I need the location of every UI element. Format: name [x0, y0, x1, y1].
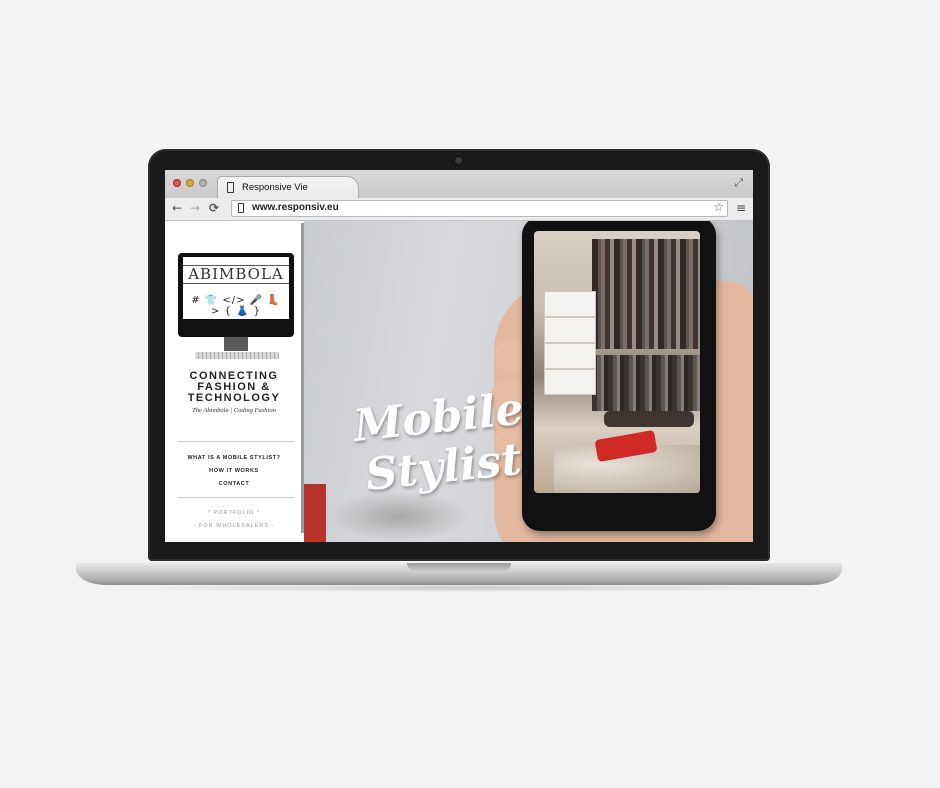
nav-link-portfolio[interactable]: * PORTFOLIO *: [165, 510, 303, 516]
logo-text: ABIMBOLA: [183, 265, 289, 284]
expand-icon[interactable]: ⤢: [734, 177, 743, 190]
hero-background-blur: [329, 491, 469, 542]
forward-arrow-icon[interactable]: →: [190, 200, 200, 216]
camera-icon: [455, 157, 462, 164]
logo-screen: ABIMBOLA # 👕 </> 🎤 👢 > { 👗 }: [183, 257, 289, 319]
laptop-opening-notch: [407, 563, 511, 571]
web-page: ABIMBOLA # 👕 </> 🎤 👢 > { 👗 } CONNECTING …: [165, 221, 753, 542]
phone-icon: [238, 203, 244, 213]
reload-icon[interactable]: ⟳: [209, 200, 219, 216]
nav-link-wholesalers[interactable]: - FOR WHOLESALERS -: [165, 523, 303, 529]
sub-tagline: The Abimbola | Coding Fashion: [192, 407, 276, 414]
logo-icon-row: # 👕 </> 🎤 👢 > { 👗 }: [191, 295, 281, 317]
closet-shoes: [604, 411, 694, 427]
smartphone-image: [522, 221, 716, 531]
tagline: CONNECTING FASHION & TECHNOLOGY: [165, 371, 303, 404]
menu-icon[interactable]: ≡: [736, 201, 746, 215]
laptop-screen: Responsive Vie ⤢ ← → ⟳ www.responsiv.eu …: [165, 170, 753, 542]
phone-screen-photo: [534, 231, 700, 493]
divider: [177, 497, 295, 498]
logo-keyboard: [195, 352, 279, 359]
laptop-shadow: [110, 584, 810, 592]
hero-title: Mobile Stylist: [351, 383, 531, 501]
closet-drawer: [544, 369, 596, 395]
back-arrow-icon[interactable]: ←: [172, 200, 182, 216]
tab-title: Responsive Vie: [242, 182, 308, 193]
closet-drawer: [544, 291, 596, 317]
nav-link-what-is[interactable]: WHAT IS A MOBILE STYLIST?: [165, 455, 303, 461]
closet-drawer: [544, 343, 596, 369]
nav-link-contact[interactable]: CONTACT: [165, 481, 303, 487]
phone-icon: [227, 182, 234, 193]
close-window-button[interactable]: [173, 179, 181, 187]
browser-tab-strip: Responsive Vie ⤢: [165, 170, 753, 199]
sidebar: ABIMBOLA # 👕 </> 🎤 👢 > { 👗 } CONNECTING …: [165, 221, 303, 542]
browser-toolbar: ← → ⟳ www.responsiv.eu ☆ ≡: [165, 198, 753, 221]
address-bar[interactable]: www.responsiv.eu ☆: [231, 200, 728, 217]
tagline-line: TECHNOLOGY: [187, 392, 281, 404]
logo-monitor-stand: [224, 337, 248, 351]
bookmark-star-icon[interactable]: ☆: [713, 200, 724, 214]
url-text: www.responsiv.eu: [252, 202, 339, 213]
closet-hanging-clothes: [592, 239, 700, 349]
hero-red-object: [304, 484, 326, 542]
closet-lower-rail: [592, 355, 700, 411]
logo-monitor[interactable]: ABIMBOLA # 👕 </> 🎤 👢 > { 👗 }: [178, 253, 294, 337]
nav-link-how-it-works[interactable]: HOW IT WORKS: [165, 468, 303, 474]
minimize-window-button[interactable]: [186, 179, 194, 187]
divider: [177, 441, 295, 442]
hero-banner: Mobile Stylist: [304, 221, 753, 542]
maximize-window-button[interactable]: [199, 179, 207, 187]
closet-drawer: [544, 317, 596, 343]
browser-tab[interactable]: Responsive Vie: [217, 176, 359, 199]
